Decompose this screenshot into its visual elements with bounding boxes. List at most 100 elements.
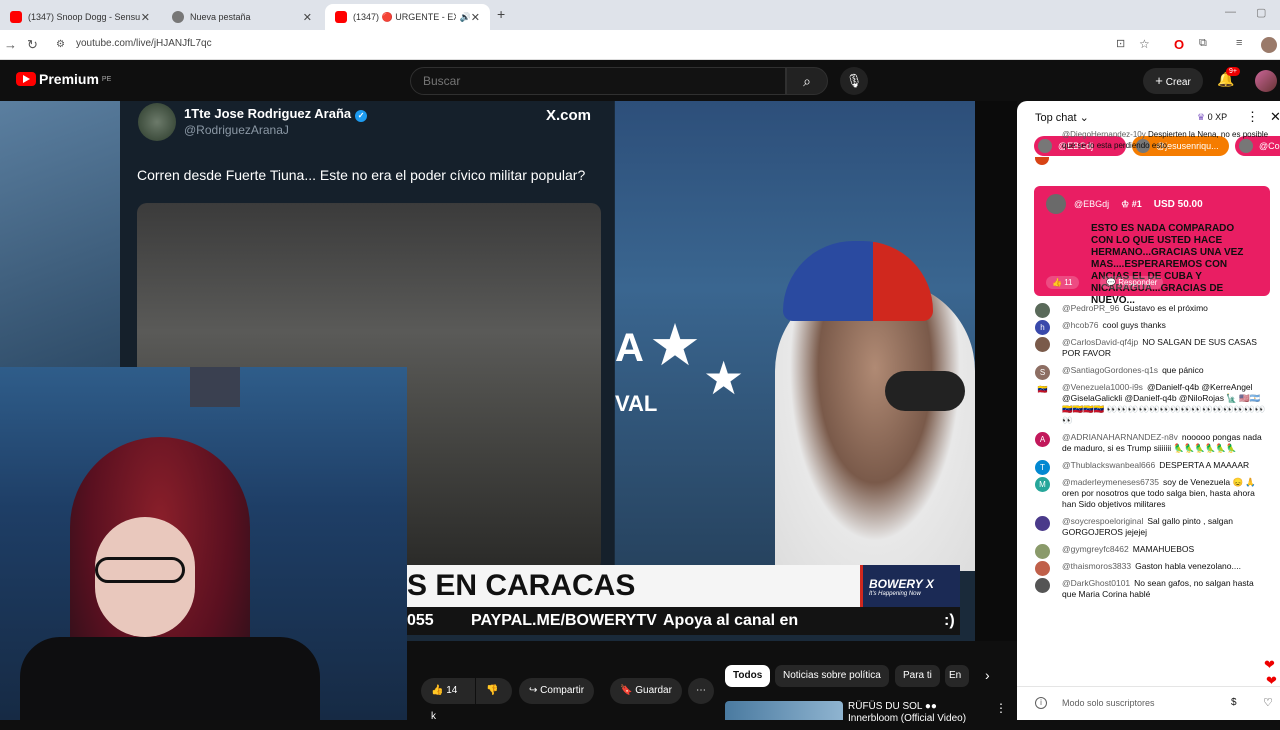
like-button[interactable]: 👍 14 k bbox=[421, 678, 475, 722]
tweet-handle: @RodriguezAranaJ bbox=[184, 123, 289, 137]
tweet-text: Corren desde Fuerte Tiuna... Este no era… bbox=[137, 167, 586, 183]
chat-message[interactable]: @soycrespoeloriginal Sal gallo pinto , sa… bbox=[1017, 513, 1280, 541]
close-chat-icon[interactable]: ✕ bbox=[1270, 109, 1280, 125]
browser-tab[interactable]: Nueva pestaña ✕ bbox=[162, 4, 322, 30]
host-camera: A VAL ★ ★ bbox=[615, 101, 975, 571]
user-avatar bbox=[1035, 516, 1050, 531]
more-actions-button[interactable]: ⋯ bbox=[688, 678, 714, 704]
chat-message[interactable]: 🇻🇪 @Venezuela1000-i9s @Danielf-q4b @KerreA… bbox=[1017, 379, 1280, 429]
chip-todos[interactable]: Todos bbox=[725, 665, 771, 687]
host-cap bbox=[783, 241, 933, 321]
forward-icon[interactable]: → bbox=[4, 37, 17, 52]
message-author: @soycrespoeloriginal bbox=[1062, 516, 1144, 526]
tweet-avatar bbox=[138, 103, 176, 141]
ticker-item: Apoya al canal en GUARIMBADIGITAL.COM bbox=[663, 612, 856, 641]
minimize-icon[interactable]: — bbox=[1225, 6, 1236, 18]
chat-message[interactable]: S @SantiagoGordones-q1s que pánico bbox=[1017, 362, 1280, 380]
message-text: que pánico bbox=[1162, 365, 1204, 375]
chat-message[interactable]: A @ADRIANAHARNANDEZ-n8v nooooo pongas nada… bbox=[1017, 429, 1280, 457]
super-chat-reply-button[interactable]: 💬 Responder bbox=[1100, 276, 1164, 289]
browser-tab-bar: (1347) Snoop Dogg - Sensual S ✕ Nueva pe… bbox=[0, 0, 1280, 30]
maximize-icon[interactable]: ▢ bbox=[1256, 6, 1266, 19]
close-tab-icon[interactable]: ✕ bbox=[141, 11, 150, 24]
opera-extension-icon[interactable]: O bbox=[1174, 37, 1184, 52]
video-background bbox=[0, 101, 130, 371]
chat-mode-dropdown[interactable]: Top chat ⌄ bbox=[1035, 111, 1089, 124]
xp-counter[interactable]: ♛ 0 XP bbox=[1197, 112, 1227, 123]
chip-more[interactable]: En bbox=[945, 665, 969, 687]
reload-icon[interactable]: ↻ bbox=[27, 37, 38, 53]
chat-menu-icon[interactable]: ⋮ bbox=[1246, 109, 1259, 125]
subscribers-only-label: Modo solo suscriptores bbox=[1062, 698, 1155, 708]
browser-tab-active[interactable]: (1347) 🔴 URGENTE - EXP 🔊 ✕ bbox=[325, 4, 490, 30]
user-avatar: 🇻🇪 bbox=[1035, 382, 1050, 397]
voice-search-button[interactable]: 🎙 bbox=[840, 67, 868, 95]
crown-icon: ♛ bbox=[1197, 112, 1206, 122]
url-field[interactable]: youtube.com/live/jHJANJfL7qc bbox=[76, 38, 212, 49]
speaker-icon[interactable]: 🔊 bbox=[460, 12, 471, 23]
save-button[interactable]: 🔖 Guardar bbox=[610, 678, 682, 704]
chat-message[interactable]: @PedroPR_96 Gustavo es el próximo bbox=[1017, 300, 1280, 318]
super-chat-icon[interactable]: $ bbox=[1231, 697, 1237, 708]
super-chat-message: ESTO ES NADA COMPARADO CON LO QUE USTED … bbox=[1091, 223, 1244, 306]
room-background bbox=[190, 367, 240, 407]
chat-message[interactable]: @DarkGhost0101 No sean gafos, no salgan h… bbox=[1017, 575, 1280, 603]
heart-icon[interactable]: ♡ bbox=[1263, 696, 1273, 709]
media-control-icon[interactable]: ≡ bbox=[1236, 37, 1242, 49]
related-title[interactable]: RÜFÜS DU SOL ●● Innerbloom (Official Vid… bbox=[848, 701, 988, 725]
youtube-logo[interactable]: Premium PE bbox=[16, 71, 111, 87]
streamer-glasses bbox=[95, 557, 185, 583]
verified-badge-icon: ✓ bbox=[355, 110, 368, 122]
thumbs-up-icon: 👍 bbox=[1052, 278, 1062, 287]
user-avatar bbox=[1035, 544, 1050, 559]
search-button[interactable]: ⌕ bbox=[786, 67, 828, 95]
install-icon[interactable]: ⊡ bbox=[1116, 37, 1125, 50]
profile-avatar[interactable] bbox=[1261, 37, 1277, 53]
youtube-favicon-icon bbox=[335, 11, 347, 23]
chip-politics[interactable]: Noticias sobre política bbox=[775, 665, 889, 687]
bookmark-star-icon[interactable]: ☆ bbox=[1139, 37, 1150, 51]
close-tab-icon[interactable]: ✕ bbox=[471, 11, 480, 24]
browser-tab[interactable]: (1347) Snoop Dogg - Sensual S ✕ bbox=[0, 4, 160, 30]
super-chat[interactable]: @EBGdj ♔ #1 USD 50.00 ESTO ES NADA COMPA… bbox=[1034, 186, 1270, 306]
chat-message[interactable]: @thaismoros3833 Gaston habla venezolano..… bbox=[1017, 558, 1280, 576]
chat-message[interactable]: M @maderleymeneses6735 soy de Venezuela 😞 … bbox=[1017, 474, 1280, 513]
chat-message[interactable]: T @Thublackswanbeal666 DESPERTA A MAAAAR bbox=[1017, 457, 1280, 475]
channel-logo-fragment: A bbox=[615, 326, 644, 370]
chat-message[interactable]: @gymgreyfc8462 MAMAHUEBOS bbox=[1017, 541, 1280, 559]
related-more-icon[interactable]: ⋮ bbox=[995, 701, 1007, 715]
webcam-overlay bbox=[0, 367, 407, 720]
chat-message[interactable]: h @hcob76 cool guys thanks bbox=[1017, 317, 1280, 335]
close-tab-icon[interactable]: ✕ bbox=[303, 11, 312, 24]
news-ticker: 055 PAYPAL.ME/BOWERYTV Apoya al canal en… bbox=[407, 607, 960, 641]
related-thumbnail[interactable] bbox=[725, 701, 843, 720]
share-button[interactable]: ↪ Compartir bbox=[519, 678, 595, 704]
message-author: @thaismoros3833 bbox=[1062, 561, 1132, 571]
create-button[interactable]: + Crear bbox=[1143, 68, 1203, 94]
microphone bbox=[885, 371, 965, 411]
notifications-button[interactable]: 🔔 9+ bbox=[1217, 67, 1240, 88]
super-chat-like-button[interactable]: 👍 11 bbox=[1046, 276, 1079, 289]
message-author: @maderleymeneses6735 bbox=[1062, 477, 1159, 487]
account-avatar[interactable] bbox=[1255, 70, 1277, 92]
info-icon[interactable]: i bbox=[1035, 697, 1047, 709]
tweet-author-name: 1Tte Jose Rodriguez Araña ✓ bbox=[184, 106, 368, 122]
video-edge bbox=[975, 101, 1017, 641]
user-avatar bbox=[1035, 337, 1050, 352]
dislike-button[interactable]: 👎 bbox=[476, 678, 512, 704]
user-avatar: M bbox=[1035, 477, 1050, 492]
thumbs-up-icon: 👍 bbox=[431, 685, 444, 696]
chip-for-you[interactable]: Para ti bbox=[895, 665, 940, 687]
chevron-right-icon[interactable]: › bbox=[985, 667, 990, 683]
message-text: Gaston habla venezolano.... bbox=[1135, 561, 1241, 571]
chat-message[interactable]: @CarlosDavid-qf4jp NO SALGAN DE SUS CASAS… bbox=[1017, 334, 1280, 362]
search-input[interactable] bbox=[410, 67, 786, 95]
message-author: @PedroPR_96 bbox=[1062, 303, 1120, 313]
region-code: PE bbox=[101, 75, 112, 83]
live-chat: Top chat ⌄ ♛ 0 XP ⋮ ✕ @EBGdj @jesusenriq… bbox=[1017, 101, 1280, 720]
rank-badge: ♔ #1 bbox=[1121, 198, 1142, 209]
new-tab-icon[interactable]: + bbox=[497, 6, 505, 22]
chat-input-area: i Modo solo suscriptores $ ♡ bbox=[1017, 686, 1280, 720]
site-info-icon[interactable]: ⚙ bbox=[56, 39, 65, 50]
extensions-icon[interactable]: ⧉ bbox=[1199, 37, 1207, 50]
